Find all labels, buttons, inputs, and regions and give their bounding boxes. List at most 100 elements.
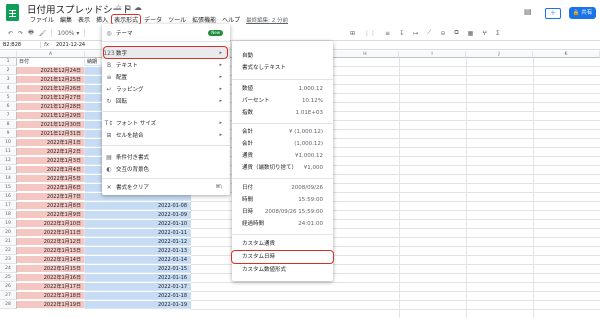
- cell-date[interactable]: 2021年12月31日: [17, 130, 85, 138]
- valign-icon[interactable]: ↧: [399, 30, 404, 37]
- cell-date[interactable]: 2022年1月3日: [17, 157, 85, 165]
- merge-icon[interactable]: ⋮⋮: [364, 30, 376, 37]
- menu-item-rotation[interactable]: ↻ 回転 ▸: [102, 95, 230, 107]
- menu-item-theme[interactable]: ◎ テーマ New: [102, 27, 230, 39]
- number-format-currency[interactable]: 通貨 ¥1,000.12: [232, 150, 333, 162]
- number-format-custom-number[interactable]: カスタム数値形式: [232, 264, 333, 276]
- menu-item-conditional-formatting[interactable]: ▤ 条件付き書式: [102, 151, 230, 163]
- menu-view[interactable]: 表示: [75, 15, 93, 25]
- cell-date[interactable]: 2022年1月17日: [17, 283, 85, 291]
- row-header[interactable]: 19: [0, 220, 17, 228]
- cell-date[interactable]: 2022年1月13日: [17, 247, 85, 255]
- cell-date[interactable]: 2022年1月15日: [17, 265, 85, 273]
- row-header[interactable]: 22: [0, 247, 17, 255]
- number-format-scientific[interactable]: 指数 1.01E+03: [232, 107, 333, 119]
- filter-icon[interactable]: ⵖ: [482, 30, 487, 37]
- align-icon[interactable]: ≡: [385, 30, 390, 37]
- chart-icon[interactable]: ▦: [468, 30, 474, 37]
- column-header-k[interactable]: K: [533, 51, 600, 58]
- row-header[interactable]: 17: [0, 202, 17, 210]
- row-header[interactable]: 24: [0, 265, 17, 273]
- cell-due-date[interactable]: 2022-01-19: [85, 301, 191, 309]
- cell-date[interactable]: 2021年12月25日: [17, 76, 85, 84]
- row-header[interactable]: 28: [0, 301, 17, 309]
- number-format-plain-text[interactable]: 書式なしテキスト: [232, 62, 333, 74]
- cell-due-date[interactable]: 2022-01-09: [85, 211, 191, 219]
- last-edit-link[interactable]: 最終編集: 2 分前: [246, 15, 288, 25]
- rotate-icon[interactable]: ⟋: [427, 29, 431, 37]
- row-header[interactable]: 26: [0, 283, 17, 291]
- comment-history-icon[interactable]: ▤: [524, 7, 534, 21]
- number-format-percent[interactable]: パーセント 10.12%: [232, 95, 333, 107]
- number-format-date-time[interactable]: 日時 2008/09/26 15:59:00: [232, 206, 333, 218]
- cell-due-date[interactable]: 2022-01-08: [85, 202, 191, 210]
- number-format-duration[interactable]: 経過時間 24:01:00: [232, 218, 333, 230]
- cell-date[interactable]: 2022年1月9日: [17, 211, 85, 219]
- cell-date[interactable]: 2022年1月19日: [17, 301, 85, 309]
- number-format-currency-rounded[interactable]: 通貨（端数切り捨て） ¥1,000: [232, 162, 333, 174]
- row-header[interactable]: 20: [0, 229, 17, 237]
- menu-item-merge-cells[interactable]: ⊞ セルを結合 ▸: [102, 129, 230, 141]
- menu-item-alternating-colors[interactable]: ◐ 交互の背景色: [102, 163, 230, 175]
- row-header[interactable]: 27: [0, 292, 17, 300]
- cell-date[interactable]: 日付: [17, 58, 85, 66]
- cell-date[interactable]: 2021年12月26日: [17, 85, 85, 93]
- row-header[interactable]: 21: [0, 238, 17, 246]
- row-header[interactable]: 7: [0, 112, 17, 120]
- cell-date[interactable]: 2022年1月18日: [17, 292, 85, 300]
- zoom-select[interactable]: 100% ▾: [57, 30, 79, 37]
- row-header[interactable]: 15: [0, 184, 17, 192]
- number-format-accounting[interactable]: 会計 ¥ (1,000.12): [232, 126, 333, 138]
- row-header[interactable]: 23: [0, 256, 17, 264]
- cell-date[interactable]: 2022年1月14日: [17, 256, 85, 264]
- menu-item-text[interactable]: B テキスト ▸: [102, 59, 230, 71]
- cell-due-date[interactable]: 2022-01-17: [85, 283, 191, 291]
- column-header-h[interactable]: H: [332, 51, 399, 58]
- cell-date[interactable]: 2022年1月1日: [17, 139, 85, 147]
- row-header[interactable]: 14: [0, 175, 17, 183]
- menu-edit[interactable]: 編集: [57, 15, 75, 25]
- column-header-j[interactable]: J: [466, 51, 533, 58]
- cell-due-date[interactable]: 2022-01-11: [85, 229, 191, 237]
- cell-date[interactable]: 2022年1月4日: [17, 166, 85, 174]
- print-icon[interactable]: 🖶: [28, 28, 34, 38]
- row-header[interactable]: 11: [0, 148, 17, 156]
- menu-item-font-size[interactable]: T↕ フォント サイズ ▸: [102, 117, 230, 129]
- row-header[interactable]: 12: [0, 157, 17, 165]
- functions-icon[interactable]: Σ: [496, 30, 500, 37]
- meet-button[interactable]: ＋: [545, 8, 561, 19]
- column-header-i[interactable]: I: [399, 51, 466, 58]
- number-format-financial[interactable]: 会計 (1,000.12): [232, 138, 333, 150]
- row-header[interactable]: 10: [0, 139, 17, 147]
- undo-icon[interactable]: ↶: [8, 30, 13, 37]
- cloud-status-icon[interactable]: ☁: [134, 3, 145, 12]
- row-header[interactable]: 6: [0, 103, 17, 111]
- cell-date[interactable]: 2021年12月27日: [17, 94, 85, 102]
- row-header[interactable]: 25: [0, 274, 17, 282]
- row-header[interactable]: 9: [0, 130, 17, 138]
- number-format-time[interactable]: 時間 15:59:00: [232, 194, 333, 206]
- link-icon[interactable]: ⊝: [440, 30, 445, 37]
- cell-due-date[interactable]: 2022-01-16: [85, 274, 191, 282]
- cell-date[interactable]: 2022年1月2日: [17, 148, 85, 156]
- cell-date[interactable]: 2021年12月24日: [17, 67, 85, 75]
- row-header[interactable]: 13: [0, 166, 17, 174]
- select-all-corner[interactable]: [0, 51, 17, 58]
- number-format-number[interactable]: 数値 1,000.12: [232, 83, 333, 95]
- cell-date[interactable]: 2022年1月6日: [17, 184, 85, 192]
- row-header[interactable]: 4: [0, 85, 17, 93]
- cell-date[interactable]: 2022年1月12日: [17, 238, 85, 246]
- row-header[interactable]: 1: [0, 58, 17, 66]
- sheets-logo-icon[interactable]: [6, 4, 19, 21]
- cell-due-date[interactable]: 2022-01-10: [85, 220, 191, 228]
- move-folder-icon[interactable]: ⧉: [125, 3, 134, 12]
- row-header[interactable]: 8: [0, 121, 17, 129]
- cell-due-date[interactable]: 2022-01-15: [85, 265, 191, 273]
- cell-date[interactable]: 2021年12月30日: [17, 121, 85, 129]
- number-format-date[interactable]: 日付 2008/09/26: [232, 182, 333, 194]
- menu-item-clear-formatting[interactable]: ✕ 書式をクリア ⌘\: [102, 181, 230, 193]
- star-icon[interactable]: ☆: [115, 3, 125, 12]
- cell-due-date[interactable]: 2022-01-18: [85, 292, 191, 300]
- share-button[interactable]: 🔒 共有: [569, 7, 596, 19]
- cell-due-date[interactable]: 2022-01-13: [85, 247, 191, 255]
